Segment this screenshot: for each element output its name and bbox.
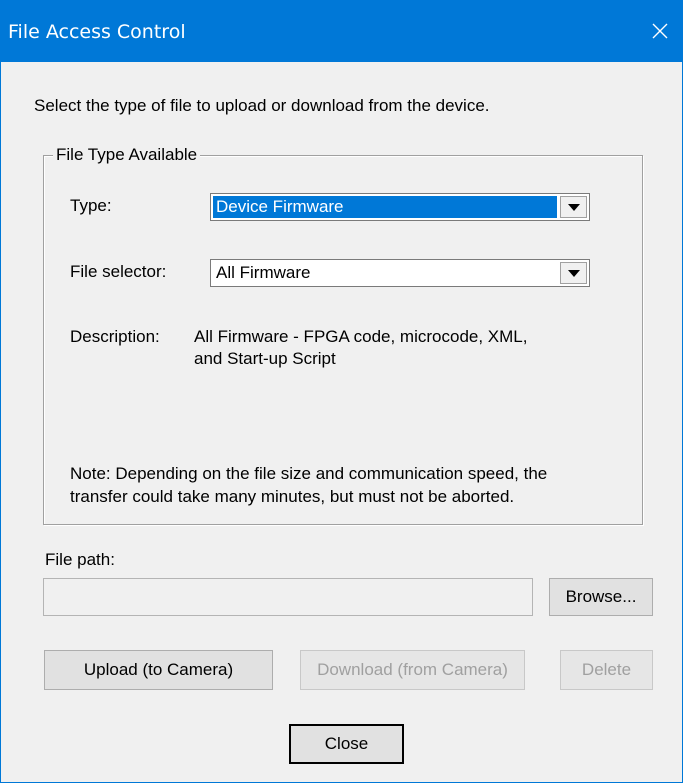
type-dropdown-arrow[interactable] <box>560 196 587 218</box>
file-path-input[interactable] <box>43 578 533 616</box>
description-line-1: All Firmware - FPGA code, microcode, XML… <box>194 327 528 346</box>
type-label: Type: <box>70 196 112 215</box>
file-selector-arrow[interactable] <box>560 262 587 284</box>
group-legend: File Type Available <box>53 145 201 165</box>
close-button[interactable]: Close <box>289 724 404 764</box>
download-button[interactable]: Download (from Camera) <box>300 650 525 690</box>
browse-button[interactable]: Browse... <box>549 578 653 616</box>
file-access-control-dialog: File Access Control Select the type of f… <box>0 0 683 783</box>
title-bar[interactable]: File Access Control <box>0 0 683 62</box>
file-selector-dropdown[interactable]: All Firmware <box>210 259 590 287</box>
close-window-button[interactable] <box>637 0 683 62</box>
file-selector-value: All Firmware <box>216 263 311 282</box>
close-icon <box>652 23 668 39</box>
window-title: File Access Control <box>8 21 186 43</box>
delete-button[interactable]: Delete <box>560 650 653 690</box>
note-line-1: Note: Depending on the file size and com… <box>70 464 548 483</box>
note-line-2: transfer could take many minutes, but mu… <box>70 487 515 506</box>
chevron-down-icon <box>567 269 580 277</box>
intro-text: Select the type of file to upload or dow… <box>34 96 490 115</box>
type-dropdown-value: Device Firmware <box>213 196 557 218</box>
file-path-label: File path: <box>45 550 115 569</box>
chevron-down-icon <box>567 203 580 211</box>
dialog-body: Select the type of file to upload or dow… <box>1 62 682 782</box>
file-type-groupbox: File Type Available Type: Device Firmwar… <box>43 145 643 525</box>
description-line-2: and Start-up Script <box>194 349 336 368</box>
upload-button[interactable]: Upload (to Camera) <box>44 650 273 690</box>
file-selector-label: File selector: <box>70 262 167 281</box>
description-label: Description: <box>70 327 160 346</box>
type-dropdown[interactable]: Device Firmware <box>210 193 590 221</box>
